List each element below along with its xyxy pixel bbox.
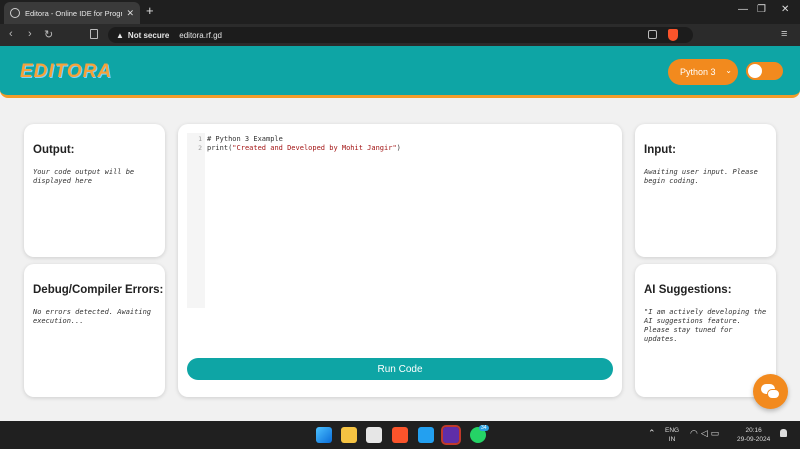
chevron-down-icon: ⌄: [725, 66, 732, 75]
ai-suggestions-panel: AI Suggestions: "I am actively developin…: [635, 264, 776, 397]
input-panel[interactable]: Input: Awaiting user input. Please begin…: [635, 124, 776, 257]
lang-line-2: IN: [668, 436, 676, 443]
wifi-volume-battery-icon[interactable]: ◠◁▭: [690, 428, 722, 439]
bookmark-icon[interactable]: [90, 29, 98, 39]
close-window-icon[interactable]: ✕: [781, 4, 789, 15]
meeting-app-icon[interactable]: [441, 425, 461, 445]
output-panel: Output: Your code output will be display…: [24, 124, 165, 257]
reload-icon[interactable]: ↻: [44, 28, 53, 41]
code-line-1: # Python 3 Example: [207, 135, 283, 143]
editora-logo: EDITORA: [20, 61, 113, 82]
whatsapp-badge: 34: [479, 425, 489, 431]
run-code-button[interactable]: Run Code: [187, 358, 613, 380]
language-select[interactable]: Python 3 ⌄: [668, 59, 738, 85]
clock-time: 20:16: [745, 427, 762, 434]
vscode-icon[interactable]: [418, 427, 434, 443]
debug-panel: Debug/Compiler Errors: No errors detecte…: [24, 264, 165, 397]
file-explorer-icon[interactable]: [341, 427, 357, 443]
brave-shields-icon[interactable]: [668, 29, 678, 41]
language-indicator[interactable]: ENG IN: [665, 426, 679, 444]
line-gutter: 1 2: [187, 133, 205, 308]
restore-icon[interactable]: ❐: [757, 4, 766, 15]
output-text: Your code output will be displayed here: [33, 168, 135, 185]
browser-tab-bar: Editora - Online IDE for Programmers ✕ +…: [0, 0, 800, 24]
chat-button[interactable]: [753, 374, 788, 409]
app-header: EDITORA Python 3 ⌄: [0, 46, 800, 98]
code-editor[interactable]: 1 2 # Python 3 Example print("Created an…: [187, 133, 606, 308]
minimize-icon[interactable]: —: [738, 4, 748, 15]
theme-toggle[interactable]: [746, 62, 783, 80]
code-func: print(: [207, 144, 233, 152]
input-text: Awaiting user input. Please begin coding…: [644, 168, 758, 185]
editor-panel: 1 2 # Python 3 Example print("Created an…: [178, 124, 622, 397]
line-number: 2: [198, 144, 202, 152]
output-title: Output:: [33, 144, 75, 156]
windows-start-icon[interactable]: [316, 427, 332, 443]
close-tab-icon[interactable]: ✕: [126, 8, 134, 19]
globe-icon: [10, 8, 20, 18]
share-icon[interactable]: [648, 30, 657, 39]
debug-title: Debug/Compiler Errors:: [33, 284, 164, 296]
lang-line-1: ENG: [665, 427, 680, 434]
browser-menu-icon[interactable]: ≡: [781, 28, 787, 40]
new-tab-button[interactable]: +: [146, 3, 154, 18]
debug-text: No errors detected. Awaiting execution..…: [33, 308, 152, 325]
code-line-2: print("Created and Developed by Mohit Ja…: [207, 144, 401, 152]
os-taskbar: 34 ⌃ ENG IN ◠◁▭ 20:16 29-09-2024: [0, 421, 800, 449]
clock[interactable]: 20:16 29-09-2024: [737, 426, 770, 444]
notification-bell-icon[interactable]: [780, 429, 787, 437]
line-number: 1: [198, 135, 202, 143]
browser-tab[interactable]: Editora - Online IDE for Programmers ✕: [4, 2, 140, 24]
url-field[interactable]: ▲ Not secure editora.rf.gd: [108, 27, 693, 43]
toggle-knob: [748, 64, 762, 78]
chat-bubble-icon: [767, 389, 780, 399]
warning-icon[interactable]: ▲: [116, 31, 124, 40]
browser-address-bar: ‹ › ↻ ▲ Not secure editora.rf.gd ≡: [0, 24, 800, 46]
code-paren: ): [396, 144, 401, 152]
ai-title: AI Suggestions:: [644, 284, 732, 296]
back-icon[interactable]: ‹: [9, 28, 13, 40]
tab-title: Editora - Online IDE for Programmers: [25, 8, 123, 18]
app-grid-icon[interactable]: [366, 427, 382, 443]
security-label[interactable]: Not secure: [128, 31, 169, 40]
language-selected: Python 3: [680, 67, 716, 77]
forward-icon[interactable]: ›: [28, 28, 32, 40]
chevron-up-icon[interactable]: ⌃: [648, 428, 656, 439]
brave-browser-icon[interactable]: [392, 427, 408, 443]
clock-date: 29-09-2024: [737, 436, 771, 443]
ai-text: "I am actively developing the AI suggest…: [644, 308, 767, 343]
url-text: editora.rf.gd: [179, 30, 222, 40]
code-string: "Created and Developed by Mohit Jangir": [232, 144, 397, 152]
input-title: Input:: [644, 144, 676, 156]
